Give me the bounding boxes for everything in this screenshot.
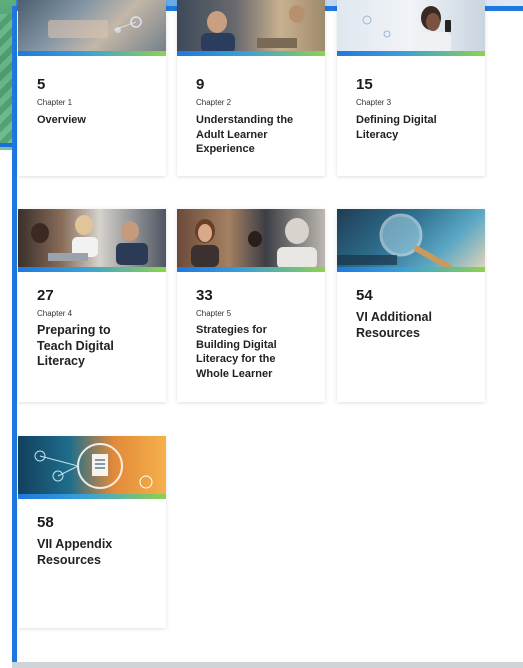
magnifier-keyboard-photo (337, 209, 485, 272)
page-number: 58 (37, 514, 54, 531)
chapter-card-5[interactable]: 33 Chapter 5 Strategies for Building Dig… (177, 209, 325, 402)
chapter-title: Preparing to Teach Digital Literacy (37, 323, 114, 368)
page-number: 9 (196, 76, 205, 93)
chapter-label: Chapter 3 (356, 98, 392, 107)
bottom-divider (12, 662, 523, 668)
chapter-title: Overview (37, 114, 86, 126)
chapter-label: Chapter 5 (196, 309, 232, 318)
chapter-label: Chapter 2 (196, 98, 232, 107)
woman-phone-photo (337, 0, 485, 56)
section-title: VI Additional Resources (356, 310, 432, 340)
chapter-label: Chapter 1 (37, 98, 73, 107)
meeting-photo (177, 0, 325, 56)
page-number: 15 (356, 76, 373, 93)
chapter-title: Understanding the Adult Learner Experien… (196, 114, 294, 155)
chapter-card-4[interactable]: 27 Chapter 4 Preparing to Teach Digital … (18, 209, 166, 402)
laptop-hands-photo (18, 0, 166, 56)
chapter-card-2[interactable]: 9 Chapter 2 Understanding the Adult Lear… (177, 0, 325, 176)
chapter-label: Chapter 4 (37, 309, 73, 318)
chapter-card-1[interactable]: 5 Chapter 1 Overview (18, 0, 166, 176)
chapter-title: Strategies for Building Digital Literacy… (196, 324, 277, 380)
page-number: 33 (196, 287, 213, 304)
page-number: 5 (37, 76, 46, 93)
conversation-photo (177, 209, 325, 272)
page-number: 27 (37, 287, 54, 304)
chapter-card-3[interactable]: 15 Chapter 3 Defining Digital Literacy (337, 0, 485, 176)
section-card-additional-resources[interactable]: 54 VI Additional Resources (337, 209, 485, 402)
digital-network-illustration (18, 436, 166, 499)
section-title: VII Appendix Resources (37, 537, 113, 567)
page-number: 54 (356, 287, 373, 304)
chapter-title: Defining Digital Literacy (356, 114, 437, 141)
section-card-appendix[interactable]: 58 VII Appendix Resources (18, 436, 166, 628)
group-laptop-photo (18, 209, 166, 272)
